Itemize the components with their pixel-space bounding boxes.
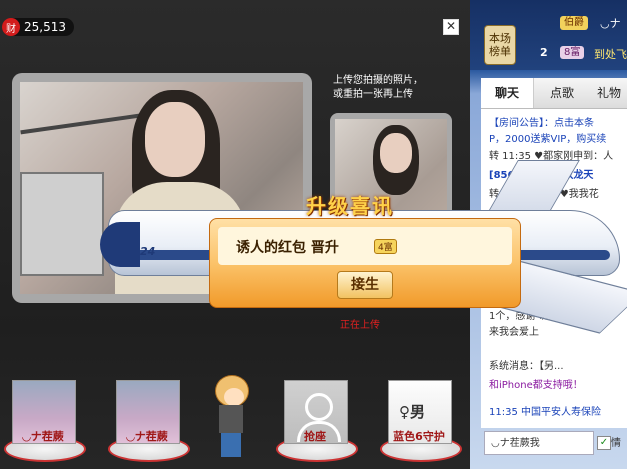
male-label: 男 — [410, 403, 426, 421]
coin-amount: 25,513 — [24, 20, 66, 34]
coin-balance: 财 25,513 — [2, 18, 74, 36]
chat-line: 转 11:35 O◡♥♥我我花 — [489, 189, 599, 200]
upload-hint-line2: 或重拍一张再上传 — [333, 89, 413, 100]
uploading-label: 正在上传 — [340, 320, 380, 331]
person-icon — [305, 393, 333, 421]
upgrade-banner-title: 升级喜讯 — [306, 194, 394, 218]
notice-message-box: 诱人的红包 晋升 4富 — [218, 227, 512, 265]
mic-stand-shape — [20, 113, 140, 135]
avatar-body — [219, 405, 243, 433]
ranking-button[interactable]: 本场 榜单 — [484, 25, 516, 65]
face-shape — [145, 102, 205, 177]
seat-label: ◡ナ茬蕨 — [126, 430, 168, 443]
chat-line: 转 11:35 ♥都家刚申到：人 — [489, 151, 614, 162]
chat-line: 11:35 中国平安人寿保险 — [489, 407, 601, 418]
coin-icon: 财 — [2, 18, 20, 36]
avatar-legs — [221, 433, 241, 457]
tab-chat[interactable]: 聊天 — [481, 78, 534, 108]
cartoon-avatar[interactable] — [213, 373, 249, 461]
notice-user-name: 诱人的红包 — [236, 240, 306, 256]
rank2-number: 2 — [540, 46, 548, 59]
seat-guard[interactable]: ♀男 蓝色6守护 — [380, 378, 462, 462]
seat-label: ◡ナ茬蕨 — [22, 430, 64, 443]
chat-line: [856806] 说：双龙天 — [489, 170, 594, 181]
keyboard-shape — [20, 172, 104, 276]
upload-hint-line1: 上传您拍摄的照片， — [333, 75, 423, 86]
chat-checkbox[interactable]: ✓ — [597, 436, 611, 450]
rank2-badge: 8富 — [560, 46, 585, 59]
seat-2[interactable]: ◡ナ茬蕨 — [108, 378, 190, 462]
receive-button[interactable]: 接生 — [337, 271, 393, 299]
upgrade-notice: 诱人的红包 晋升 4富 接生 — [209, 218, 521, 308]
avatar-head — [215, 375, 249, 407]
thumb-face-shape — [380, 133, 412, 173]
grab-seat-label: 抢座 — [304, 430, 326, 443]
guard-seat-label: 蓝色6守护 — [393, 430, 445, 443]
rank2-name[interactable]: 到处飞 — [594, 46, 627, 62]
chat-input[interactable]: ◡ナ茬蕨我 — [484, 431, 594, 455]
upload-hint: 上传您拍摄的照片， 或重拍一张再上传 — [333, 74, 453, 102]
seat-grab[interactable]: 抢座 — [276, 378, 358, 462]
chat-checkbox-label: 情 — [611, 438, 621, 449]
tab-songs[interactable]: 点歌 — [539, 78, 585, 108]
tab-gifts[interactable]: 礼物 — [589, 78, 627, 108]
chat-line: 系统消息：【另... — [489, 361, 564, 372]
rank1-badge: 伯爵 — [560, 16, 588, 30]
chat-line: 来我会爱上 — [489, 327, 539, 338]
rank-badge: 4富 — [374, 239, 397, 254]
close-button[interactable]: ✕ — [443, 19, 459, 35]
notice-message: 诱人的红包 晋升 — [236, 237, 339, 257]
chat-line: 1个，感谢 诱人的 — [489, 311, 569, 322]
chat-line: P，2000送紫VIP，购买续 — [489, 134, 607, 145]
notice-action: 晋升 — [310, 240, 339, 256]
chat-line: 和iPhone都支持哦！ — [489, 380, 583, 391]
chat-line: 【房间公告】：点击本条 — [489, 118, 594, 129]
seat-1[interactable]: ◡ナ茬蕨 — [4, 378, 86, 462]
chat-tabs: 聊天 点歌 礼物 — [481, 78, 627, 109]
avatar-face — [224, 388, 244, 406]
rank1-name[interactable]: ◡ナ — [600, 15, 621, 31]
male-icon: ♀男 — [399, 403, 426, 421]
